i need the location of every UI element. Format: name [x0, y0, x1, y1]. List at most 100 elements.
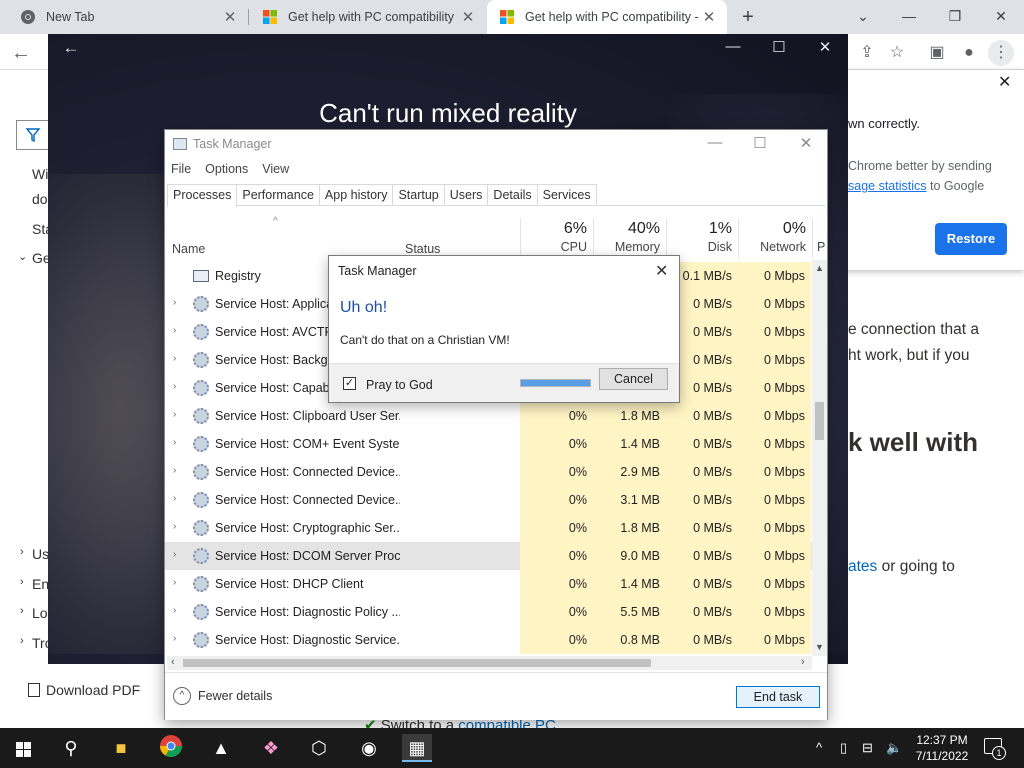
- table-row[interactable]: › Service Host: Diagnostic Service... 0% 0.…: [165, 626, 812, 654]
- horizontal-scrollbar[interactable]: ‹ ›: [167, 656, 812, 670]
- chevron-down-icon[interactable]: ⌄: [18, 250, 27, 263]
- tab-app-history[interactable]: App history: [318, 184, 394, 205]
- close-tab-icon[interactable]: ✕: [220, 8, 240, 26]
- usage-statistics-link[interactable]: sage statistics: [848, 179, 927, 193]
- back-arrow-icon[interactable]: ←: [56, 38, 86, 58]
- expand-chevron-icon[interactable]: ›: [173, 493, 176, 504]
- expand-chevron-icon[interactable]: ›: [173, 633, 176, 644]
- toc-fragment[interactable]: En: [32, 576, 49, 592]
- table-row[interactable]: › Service Host: Diagnostic Policy ... 0% 5.…: [165, 598, 812, 626]
- menu-view[interactable]: View: [262, 162, 289, 176]
- expand-chevron-icon[interactable]: ›: [173, 465, 176, 476]
- maximize-icon[interactable]: ☐: [745, 134, 775, 152]
- tablet-icon[interactable]: ▯: [840, 728, 847, 768]
- chevron-up-icon[interactable]: ^: [173, 687, 191, 705]
- column-header-network[interactable]: 0% Network: [738, 218, 812, 258]
- profile-avatar-icon[interactable]: ●: [956, 40, 982, 66]
- restore-icon[interactable]: ❐: [932, 0, 978, 34]
- photos-icon[interactable]: ▲: [206, 734, 236, 762]
- minimize-icon[interactable]: —: [718, 38, 748, 55]
- column-header-disk[interactable]: 1% Disk: [666, 218, 738, 258]
- tab-new-tab[interactable]: New Tab ✕: [8, 0, 248, 34]
- tab-performance[interactable]: Performance: [236, 184, 320, 205]
- table-row[interactable]: › Service Host: Clipboard User Ser... 0% 1.…: [165, 402, 812, 430]
- restore-button[interactable]: Restore: [935, 223, 1007, 255]
- tab-details[interactable]: Details: [487, 184, 538, 205]
- close-icon[interactable]: ✕: [655, 261, 668, 281]
- bookmark-star-icon[interactable]: ☆: [884, 40, 910, 66]
- tab-users[interactable]: Users: [443, 184, 489, 205]
- maximize-icon[interactable]: ☐: [764, 38, 794, 56]
- minimize-icon[interactable]: —: [700, 134, 730, 151]
- new-tab-button[interactable]: +: [736, 5, 760, 29]
- expand-chevron-icon[interactable]: ›: [173, 521, 176, 532]
- column-header-memory[interactable]: 40% Memory: [593, 218, 666, 258]
- expand-chevron-icon[interactable]: ›: [173, 353, 176, 364]
- menu-options[interactable]: Options: [205, 162, 248, 176]
- minimize-icon[interactable]: —: [886, 0, 932, 34]
- expand-chevron-icon[interactable]: ›: [173, 381, 176, 392]
- expand-chevron-icon[interactable]: ›: [173, 437, 176, 448]
- expand-chevron-icon[interactable]: ›: [173, 577, 176, 588]
- close-icon[interactable]: ✕: [810, 38, 840, 56]
- column-header-name[interactable]: Name: [172, 242, 205, 256]
- table-row[interactable]: › Service Host: COM+ Event Syste... 0% 1.4 …: [165, 430, 812, 458]
- scroll-left-icon[interactable]: ‹: [171, 656, 175, 668]
- close-window-icon[interactable]: ✕: [978, 0, 1024, 34]
- cancel-button[interactable]: Cancel: [599, 368, 668, 390]
- share-icon[interactable]: ⇪: [854, 40, 880, 66]
- expand-chevron-icon[interactable]: ›: [173, 605, 176, 616]
- show-hidden-icons-icon[interactable]: ^: [816, 728, 822, 768]
- paint-icon[interactable]: ❖: [256, 734, 286, 762]
- table-row[interactable]: › Service Host: DCOM Server Proc... 0% 9.0 …: [165, 542, 812, 570]
- chrome-icon[interactable]: [156, 734, 186, 762]
- expand-chevron-icon[interactable]: ›: [173, 297, 176, 308]
- mixed-reality-icon[interactable]: ◉: [354, 734, 384, 762]
- 3d-viewer-icon[interactable]: ⬡: [304, 734, 334, 762]
- scroll-down-icon[interactable]: ▼: [815, 642, 824, 652]
- chevron-right-icon[interactable]: ›: [20, 635, 24, 647]
- table-row[interactable]: › Service Host: Connected Device... 0% 2.9 …: [165, 458, 812, 486]
- scroll-up-icon[interactable]: ▲: [815, 263, 824, 273]
- vertical-scrollbar[interactable]: ▲ ▼: [812, 260, 827, 656]
- close-tab-icon[interactable]: ✕: [699, 8, 719, 26]
- tab-pc-compatibility-2[interactable]: Get help with PC compatibility - ✕: [487, 0, 727, 34]
- tab-pc-compatibility-1[interactable]: Get help with PC compatibility - ✕: [250, 0, 486, 34]
- tab-services[interactable]: Services: [536, 184, 597, 205]
- column-header-cpu[interactable]: 6% CPU: [520, 218, 593, 258]
- close-icon[interactable]: ✕: [791, 134, 821, 152]
- file-explorer-icon[interactable]: ■: [106, 734, 136, 762]
- expand-chevron-icon[interactable]: ›: [173, 409, 176, 420]
- fewer-details-link[interactable]: Fewer details: [198, 689, 272, 703]
- filter-button[interactable]: [16, 120, 50, 150]
- close-tab-icon[interactable]: ✕: [458, 8, 478, 26]
- menu-kebab-icon[interactable]: ⋮: [988, 40, 1014, 66]
- network-icon[interactable]: ⊟: [862, 728, 873, 768]
- task-manager-taskbar-icon[interactable]: ▦: [402, 734, 432, 762]
- pray-checkbox[interactable]: ✓: [343, 377, 356, 390]
- table-row[interactable]: › Service Host: Cryptographic Ser... 0% 1.8…: [165, 514, 812, 542]
- close-icon[interactable]: ✕: [998, 72, 1011, 92]
- expand-chevron-icon[interactable]: ›: [173, 549, 176, 560]
- search-icon[interactable]: ⚲: [56, 734, 86, 762]
- download-pdf-link[interactable]: Download PDF: [16, 674, 156, 706]
- column-header-power[interactable]: P: [812, 218, 827, 258]
- article-link[interactable]: ates: [848, 558, 877, 575]
- end-task-button[interactable]: End task: [736, 686, 820, 708]
- menu-file[interactable]: File: [171, 162, 191, 176]
- expand-chevron-icon[interactable]: ›: [173, 325, 176, 336]
- tab-startup[interactable]: Startup: [392, 184, 445, 205]
- scrollbar-thumb[interactable]: [815, 402, 824, 440]
- toc-fragment[interactable]: Us: [32, 546, 49, 562]
- scroll-right-icon[interactable]: ›: [801, 656, 805, 668]
- volume-icon[interactable]: 🔈: [886, 728, 902, 768]
- clock[interactable]: 12:37 PM 7/11/2022: [906, 732, 978, 764]
- back-arrow-icon[interactable]: ←: [8, 40, 34, 66]
- scrollbar-thumb[interactable]: [183, 659, 651, 667]
- chevron-right-icon[interactable]: ›: [20, 576, 24, 588]
- toc-fragment[interactable]: Lo: [32, 605, 48, 621]
- table-row[interactable]: › Service Host: DHCP Client 0% 1.4 MB 0 MB/s…: [165, 570, 812, 598]
- task-manager-titlebar[interactable]: Task Manager — ☐ ✕: [165, 130, 827, 160]
- start-button[interactable]: [8, 734, 38, 762]
- pray-checkbox-label[interactable]: Pray to God: [366, 378, 433, 392]
